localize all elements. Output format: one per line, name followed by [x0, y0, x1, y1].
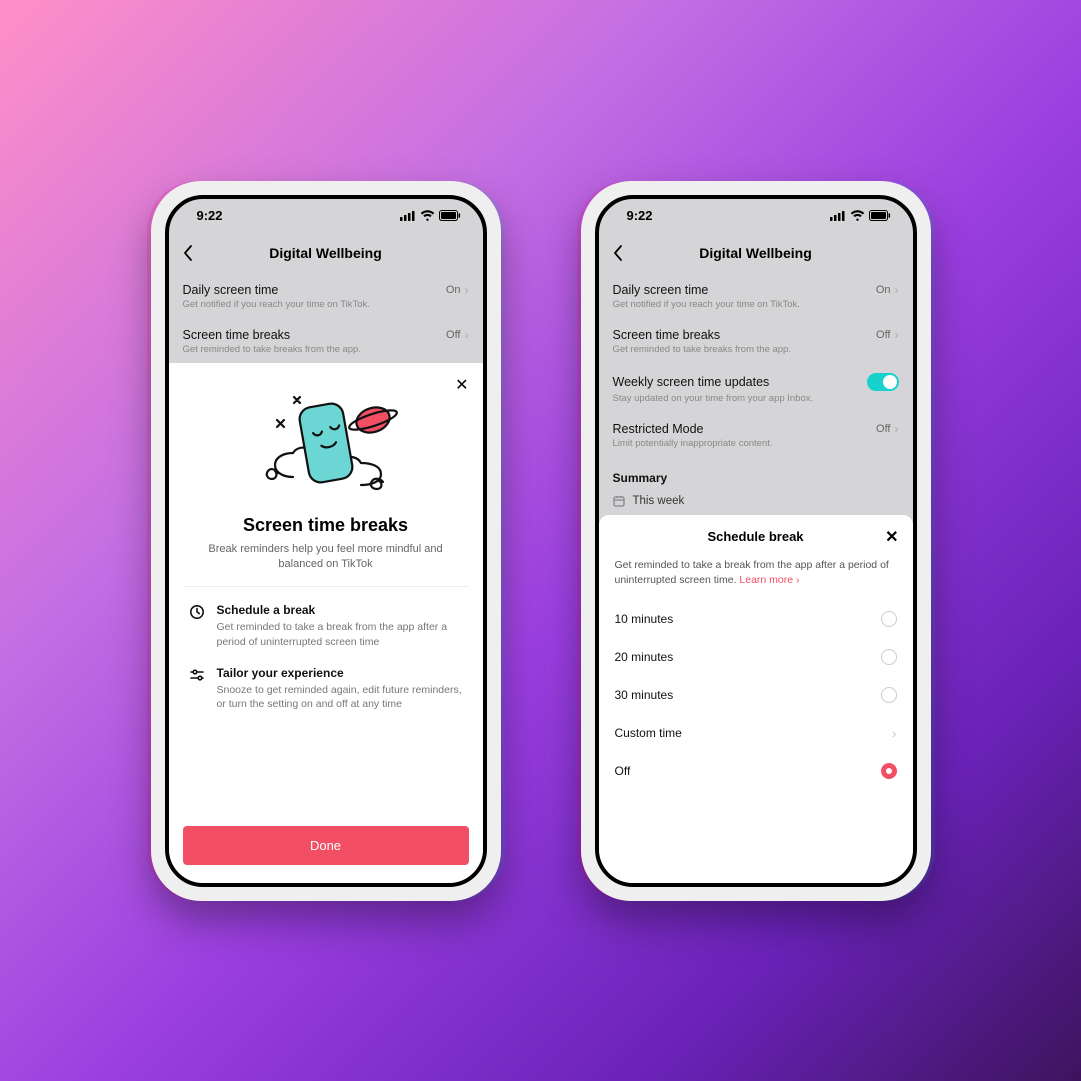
status-bar: 9:22 — [169, 199, 483, 233]
feature-desc: Get reminded to take a break from the ap… — [217, 620, 463, 649]
option-custom-time[interactable]: Custom time › — [599, 714, 913, 752]
nav-bar: Digital Wellbeing — [599, 233, 913, 273]
summary-header: Summary — [599, 457, 913, 491]
option-label: Off — [615, 764, 631, 778]
sheet-schedule-break: Schedule break ✕ Get reminded to take a … — [599, 515, 913, 883]
option-label: 10 minutes — [615, 612, 674, 626]
row-title: Weekly screen time updates — [613, 375, 770, 389]
chevron-left-icon — [613, 245, 623, 261]
sheet-screen-time-breaks: ✕ — [169, 363, 483, 883]
screen-right: 9:22 Digital Wellbeing Daily screen time… — [595, 195, 917, 887]
radio-icon — [881, 611, 897, 627]
row-restricted-mode[interactable]: Restricted Mode Off› Limit potentially i… — [599, 412, 913, 457]
toggle-weekly[interactable] — [867, 373, 899, 391]
settings-list-left: Daily screen time On› Get notified if yo… — [169, 273, 483, 363]
close-button[interactable]: ✕ — [455, 375, 468, 395]
row-weekly-updates[interactable]: Weekly screen time updates Stay updated … — [599, 363, 913, 412]
calendar-icon — [613, 495, 625, 507]
nav-bar: Digital Wellbeing — [169, 233, 483, 273]
chevron-right-icon: › — [465, 283, 469, 297]
sheet-subtitle: Break reminders help you feel more mindf… — [169, 536, 483, 587]
option-label: 20 minutes — [615, 650, 674, 664]
option-off[interactable]: Off — [599, 752, 913, 790]
wifi-icon — [420, 210, 435, 221]
row-subtitle: Get notified if you reach your time on T… — [183, 299, 469, 310]
learn-more-link[interactable]: Learn more › — [739, 574, 799, 586]
row-screen-time-breaks[interactable]: Screen time breaks Off› Get reminded to … — [599, 318, 913, 363]
row-value: On› — [446, 283, 469, 297]
option-20-minutes[interactable]: 20 minutes — [599, 638, 913, 676]
sheet-title: Screen time breaks — [169, 515, 483, 536]
sheet-header-title: Schedule break — [707, 529, 803, 544]
option-10-minutes[interactable]: 10 minutes — [599, 600, 913, 638]
feature-title: Schedule a break — [217, 603, 463, 617]
row-title: Daily screen time — [613, 283, 709, 297]
option-label: Custom time — [615, 726, 682, 740]
sliders-icon — [189, 666, 207, 712]
row-value: Off› — [876, 422, 898, 436]
summary-range: This week — [633, 495, 685, 507]
row-subtitle: Get notified if you reach your time on T… — [613, 299, 899, 310]
feature-schedule: Schedule a break Get reminded to take a … — [169, 597, 483, 659]
sheet-header: Schedule break ✕ — [599, 515, 913, 554]
row-value: Off› — [446, 328, 468, 342]
done-button[interactable]: Done — [183, 826, 469, 865]
summary-this-week[interactable]: This week — [599, 491, 913, 515]
close-button[interactable]: ✕ — [885, 527, 898, 547]
chevron-right-icon: › — [895, 422, 899, 436]
divider — [183, 586, 469, 587]
radio-icon — [881, 649, 897, 665]
battery-icon — [869, 210, 891, 221]
row-subtitle: Get reminded to take breaks from the app… — [183, 344, 469, 355]
wifi-icon — [850, 210, 865, 221]
chevron-left-icon — [183, 245, 193, 261]
sleeping-phone-icon — [241, 387, 411, 507]
option-30-minutes[interactable]: 30 minutes — [599, 676, 913, 714]
feature-tailor: Tailor your experience Snooze to get rem… — [169, 660, 483, 722]
radio-selected-icon — [881, 763, 897, 779]
page-title: Digital Wellbeing — [269, 245, 382, 261]
status-icons — [400, 210, 461, 221]
row-daily-screen-time[interactable]: Daily screen time On› Get notified if yo… — [169, 273, 483, 318]
option-label: 30 minutes — [615, 688, 674, 702]
chevron-right-icon: › — [895, 328, 899, 342]
status-time: 9:22 — [197, 208, 223, 223]
row-daily-screen-time[interactable]: Daily screen time On› Get notified if yo… — [599, 273, 913, 318]
row-screen-time-breaks[interactable]: Screen time breaks Off› Get reminded to … — [169, 318, 483, 363]
back-button[interactable] — [183, 245, 193, 261]
phone-right: 9:22 Digital Wellbeing Daily screen time… — [581, 181, 931, 901]
signal-icon — [400, 211, 416, 221]
row-title: Daily screen time — [183, 283, 279, 297]
row-subtitle: Limit potentially inappropriate content. — [613, 438, 899, 449]
chevron-right-icon: › — [465, 328, 469, 342]
back-button[interactable] — [613, 245, 623, 261]
chevron-right-icon: › — [895, 283, 899, 297]
row-value: On› — [876, 283, 899, 297]
row-subtitle: Get reminded to take breaks from the app… — [613, 344, 899, 355]
row-subtitle: Stay updated on your time from your app … — [613, 393, 899, 404]
row-title: Screen time breaks — [183, 328, 291, 342]
battery-icon — [439, 210, 461, 221]
status-time: 9:22 — [627, 208, 653, 223]
settings-list-right: Daily screen time On› Get notified if yo… — [599, 273, 913, 515]
phone-left: 9:22 Digital Wellbeing Daily screen time… — [151, 181, 501, 901]
sheet-description: Get reminded to take a break from the ap… — [599, 554, 913, 600]
signal-icon — [830, 211, 846, 221]
illustration — [169, 363, 483, 515]
page-title: Digital Wellbeing — [699, 245, 812, 261]
row-value: Off› — [876, 328, 898, 342]
radio-icon — [881, 687, 897, 703]
feature-title: Tailor your experience — [217, 666, 463, 680]
row-title: Screen time breaks — [613, 328, 721, 342]
row-title: Restricted Mode — [613, 422, 704, 436]
status-bar: 9:22 — [599, 199, 913, 233]
screen-left: 9:22 Digital Wellbeing Daily screen time… — [165, 195, 487, 887]
status-icons — [830, 210, 891, 221]
feature-desc: Snooze to get reminded again, edit futur… — [217, 683, 463, 712]
clock-icon — [189, 603, 207, 649]
chevron-right-icon: › — [892, 725, 897, 741]
